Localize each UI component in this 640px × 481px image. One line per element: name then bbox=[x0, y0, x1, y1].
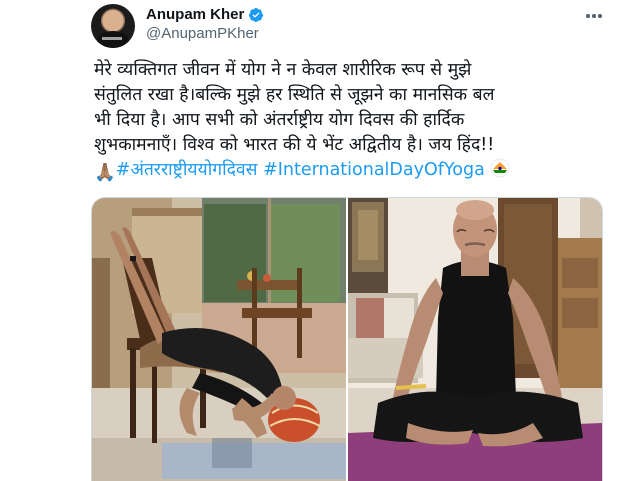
folded-hands-icon: 🙏🏽 bbox=[94, 163, 116, 183]
tweet-media-grid bbox=[91, 197, 603, 481]
tweet: Anupam Kher @AnupamPKher मेरे व्यक्तिगत … bbox=[0, 0, 640, 481]
tweet-text: मेरे व्यक्तिगत जीवन में योग ने न केवल शा… bbox=[94, 58, 614, 186]
tweet-text-line: भी दिया है। आप सभी को अंतर्राष्ट्रीय योग… bbox=[94, 110, 465, 130]
author-name-row: Anupam Kher bbox=[146, 6, 264, 23]
india-yoga-emoji-icon bbox=[490, 158, 510, 178]
hashtags-line: 🙏🏽#अंतरराष्ट्रीययोगदिवस #InternationalDa… bbox=[94, 158, 614, 186]
seated-meditation-scene bbox=[348, 198, 602, 481]
hashtag-international-day-of-yoga-link[interactable]: #InternationalDayOfYoga bbox=[263, 160, 485, 180]
verified-badge-icon bbox=[249, 7, 264, 22]
more-options-button[interactable] bbox=[582, 6, 606, 26]
author-display-name[interactable]: Anupam Kher bbox=[146, 6, 244, 23]
author-handle[interactable]: @AnupamPKher bbox=[146, 25, 259, 42]
avatar[interactable] bbox=[91, 4, 135, 48]
tweet-text-line: संतुलित रखा है।बल्कि मुझे हर स्थिति से ज… bbox=[94, 85, 495, 105]
shoulder-stand-scene bbox=[92, 198, 346, 481]
hashtag-hindi-link[interactable]: #अंतरराष्ट्रीययोगदिवस bbox=[116, 160, 258, 180]
photo-shoulder-stand-pose[interactable] bbox=[92, 198, 346, 481]
tweet-text-line: मेरे व्यक्तिगत जीवन में योग ने न केवल शा… bbox=[94, 60, 472, 80]
tweet-text-line: शुभकामनाएँ। विश्व को भारत की ये भेंट अद्… bbox=[94, 135, 495, 155]
avatar-shirt-print bbox=[102, 37, 122, 40]
photo-seated-meditation[interactable] bbox=[348, 198, 602, 481]
more-options-icon bbox=[586, 14, 602, 18]
